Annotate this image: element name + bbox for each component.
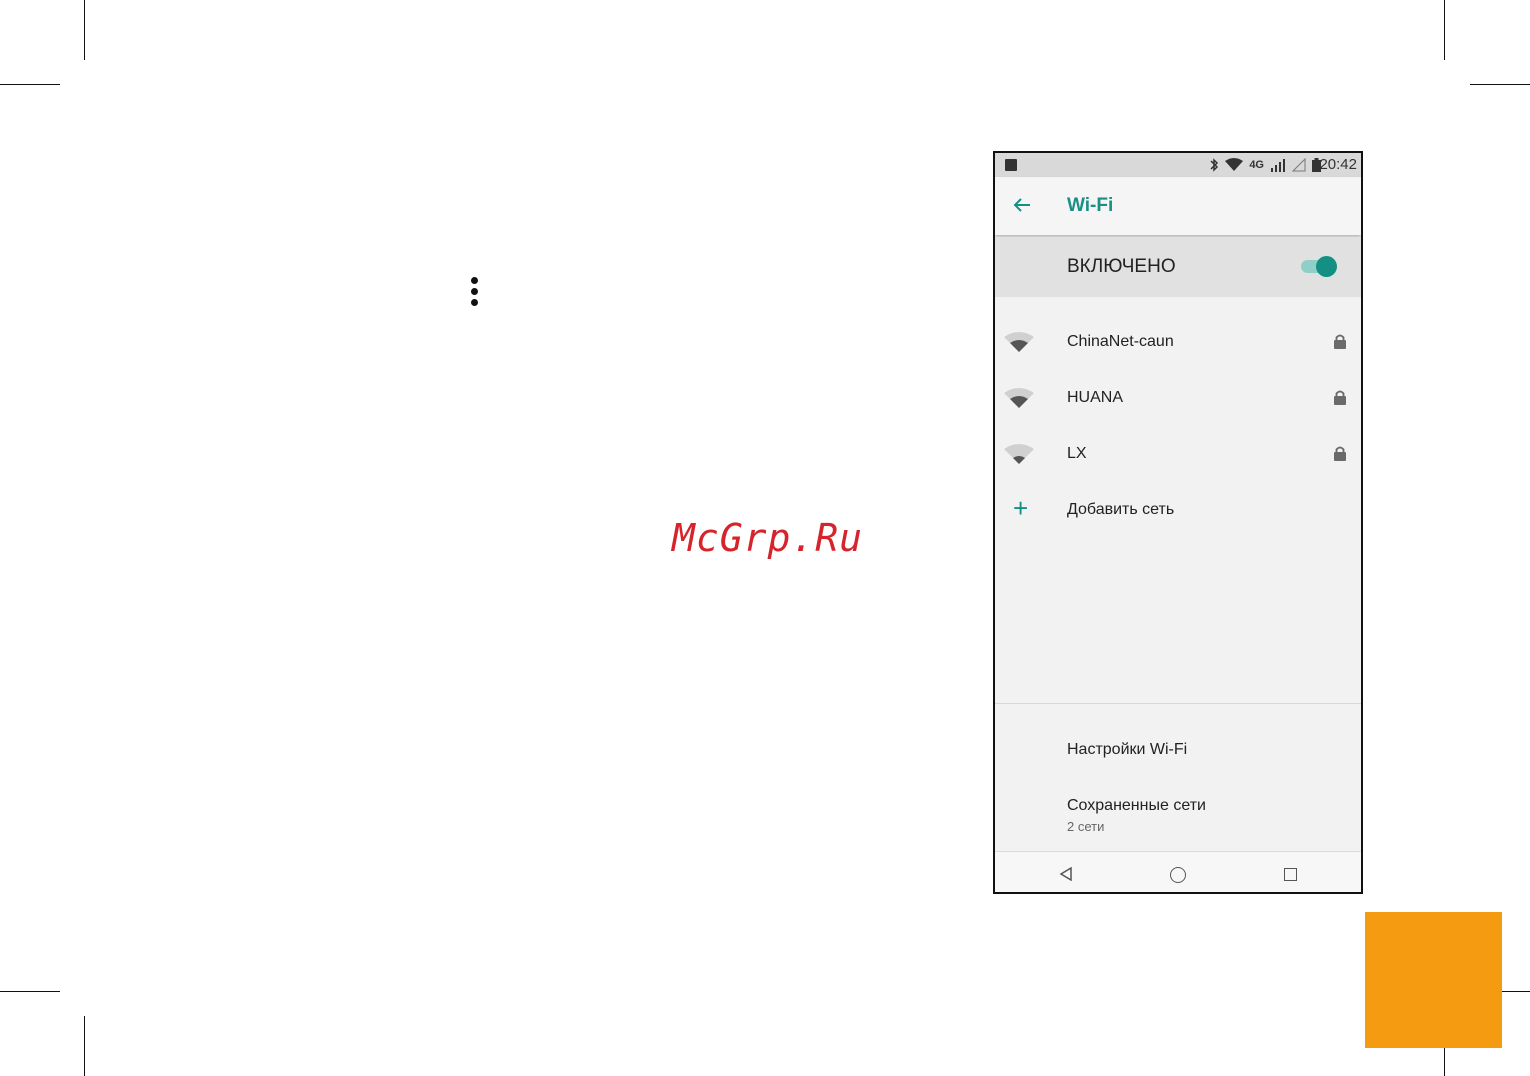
crop-mark (1470, 84, 1530, 85)
more-vert-icon (468, 277, 480, 309)
wifi-signal-icon (1004, 332, 1034, 352)
watermark: McGrp.Ru (672, 516, 864, 560)
gallery-notification-icon (1005, 159, 1017, 171)
cell-signal-icon (1271, 159, 1285, 172)
saved-networks-count: 2 сети (1067, 819, 1105, 834)
page-title: Wi-Fi (1067, 195, 1114, 216)
network-item-chinanet-caun[interactable]: ChinaNet-caun (995, 313, 1361, 369)
lock-icon (1334, 446, 1346, 461)
back-arrow-icon[interactable] (1011, 194, 1033, 216)
orange-page-tab (1365, 912, 1502, 1048)
crop-mark (0, 84, 60, 85)
nav-home-icon[interactable] (1170, 867, 1186, 883)
wifi-signal-icon (1004, 388, 1034, 408)
status-icons: 4G (1209, 156, 1321, 174)
network-name: HUANA (1067, 389, 1124, 406)
network-list: ChinaNet-caun HUANA LX + Добавить сеть (995, 313, 1361, 537)
lock-icon (1334, 334, 1346, 349)
divider (995, 703, 1361, 704)
wifi-switch-label: ВКЛЮЧЕНО (1067, 256, 1176, 277)
toggle-thumb (1316, 256, 1337, 277)
plus-icon: + (1013, 493, 1029, 523)
no-sim-signal-icon (1292, 158, 1306, 172)
saved-networks-item[interactable]: Сохраненные сети (1067, 797, 1206, 815)
nav-back-icon[interactable] (1059, 867, 1073, 881)
status-time: 20:42 (1319, 156, 1357, 173)
status-bar: 4G 20:42 (995, 153, 1361, 177)
bluetooth-icon (1210, 158, 1219, 172)
navigation-bar (995, 851, 1361, 892)
app-bar: Wi-Fi (995, 177, 1361, 235)
crop-mark (84, 0, 85, 60)
network-item-lx[interactable]: LX (995, 425, 1361, 481)
crop-mark (0, 991, 60, 992)
wifi-toggle[interactable] (1301, 256, 1337, 277)
wifi-signal-icon (1004, 444, 1034, 464)
network-name: LX (1067, 445, 1087, 462)
crop-mark (84, 1016, 85, 1076)
crop-mark (1444, 0, 1445, 60)
add-network-item[interactable]: + Добавить сеть (995, 481, 1361, 537)
lock-icon (1334, 390, 1346, 405)
wifi-signal-icon (1225, 158, 1244, 171)
nav-recents-icon[interactable] (1284, 868, 1297, 881)
network-name: ChinaNet-caun (1067, 333, 1174, 350)
wifi-settings-item[interactable]: Настройки Wi-Fi (1067, 741, 1187, 759)
network-item-huana[interactable]: HUANA (995, 369, 1361, 425)
wifi-master-switch-bar[interactable]: ВКЛЮЧЕНО (995, 237, 1361, 297)
network-type-label: 4G (1249, 159, 1264, 171)
add-network-label: Добавить сеть (1067, 501, 1175, 518)
phone-screen: 4G 20:42 Wi-Fi ВКЛЮЧЕНО ChinaNet-caun HU… (993, 151, 1363, 894)
